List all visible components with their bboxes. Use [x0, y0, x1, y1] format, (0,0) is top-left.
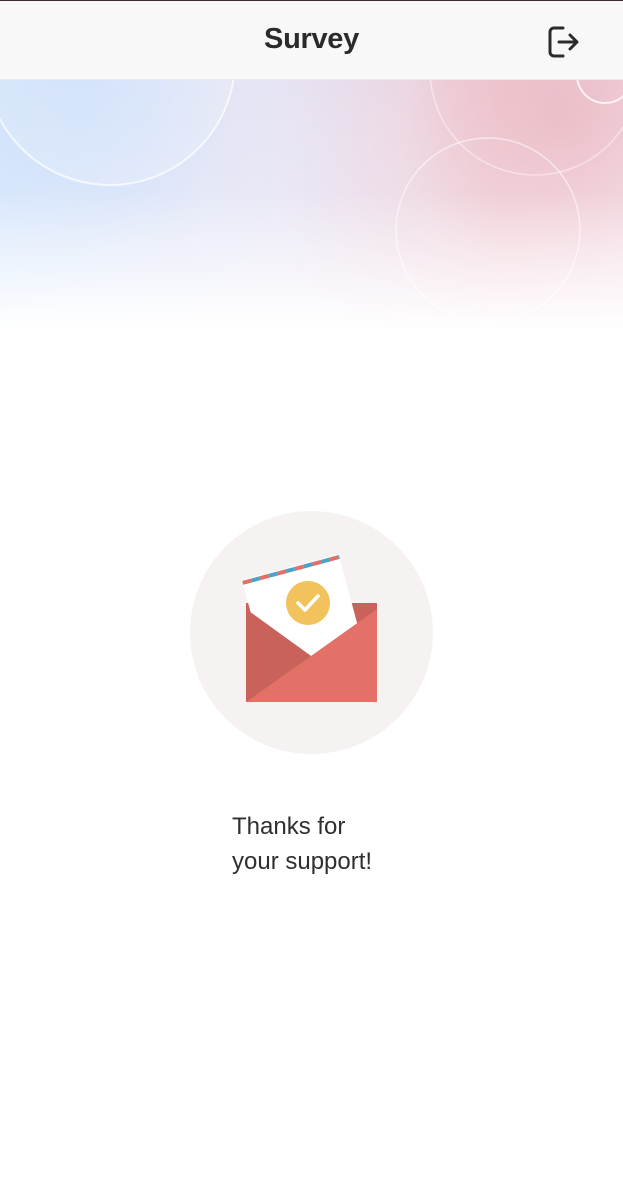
main-content [0, 330, 623, 1199]
logout-icon [548, 26, 579, 58]
decorative-banner [0, 80, 623, 330]
app-header: Survey [0, 1, 623, 80]
thank-you-line-2: your support! [232, 848, 373, 875]
thank-you-line-1: Thanks for [232, 813, 346, 840]
thank-you-message: Thanks for your support! [232, 809, 432, 879]
logout-button[interactable] [540, 19, 586, 65]
page-title: Survey [264, 23, 359, 55]
envelope-check-icon [190, 511, 433, 754]
